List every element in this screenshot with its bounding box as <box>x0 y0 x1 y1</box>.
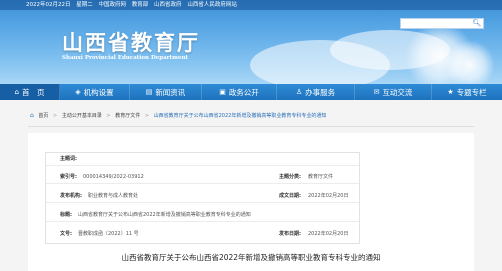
nav-label: 新闻资讯 <box>155 87 186 97</box>
title-label: 标题: <box>60 212 72 218</box>
written-date-value: 2022年02月20日 <box>308 193 349 199</box>
category-value: 教育厅文件 <box>308 174 334 180</box>
index-label: 索引号: <box>60 174 77 180</box>
home-icon: ⌂ <box>14 88 19 96</box>
breadcrumb-separator: > <box>106 113 111 119</box>
service-icon: ♙ <box>295 88 303 96</box>
current-date: 2022年02月22日 <box>26 2 71 8</box>
nav-label: 互动交流 <box>382 87 413 97</box>
dandelion-decoration <box>445 40 495 84</box>
breadcrumb-separator: > <box>144 113 150 119</box>
written-date-label: 成文日期: <box>279 193 301 199</box>
nav-label: 政务公开 <box>228 87 259 97</box>
org-icon: ◈ <box>75 88 81 96</box>
org-value: 职业教育与成人教育处 <box>88 193 139 199</box>
breadcrumb-current[interactable]: 山西省教育厅关于公布山西省2022年新增及撤销高等职业教育专科专业的通知 <box>154 113 327 119</box>
topic-icon: ★ <box>447 88 454 96</box>
breadcrumb: ⌂ 首页 > 主动公开基本目录 > 教育厅文件 > 山西省教育厅关于公布山西省2… <box>30 111 326 121</box>
top-link-moe[interactable]: 教育部 <box>132 2 149 8</box>
breadcrumb-separator: > <box>53 113 58 119</box>
main-nav: ⌂ 首 页 ◈ 机构设置 ▤ 新闻资讯 ▣ 政务公开 ♙ 办事服务 ✉ 互动交流… <box>0 84 502 100</box>
top-link-gov[interactable]: 中国政府网 <box>99 2 127 8</box>
nav-item-service[interactable]: ♙ 办事服务 <box>277 84 355 100</box>
current-weekday: 星期二 <box>76 2 93 8</box>
nav-label: 机构设置 <box>83 87 114 97</box>
title-value: 山西省教育厅关于公布山西省2022年新增及撤销高等职业教育专科专业的通知 <box>78 212 251 218</box>
news-icon: ▤ <box>145 88 153 96</box>
nav-item-public[interactable]: ▣ 政务公开 <box>202 84 277 100</box>
breadcrumb-files[interactable]: 教育厅文件 <box>115 113 140 119</box>
nav-item-interact[interactable]: ✉ 互动交流 <box>355 84 432 100</box>
org-label: 发布机构: <box>60 193 82 199</box>
top-link-province-site[interactable]: 山西省人民政府网站 <box>187 2 237 8</box>
meta-row-org: 发布机构: 职业教育与成人教育处 成文日期: 2022年02月20日 <box>46 190 359 203</box>
category-label: 主题分类: <box>279 174 301 180</box>
chat-icon: ✉ <box>373 88 380 96</box>
publish-date-label: 发布日期: <box>279 231 301 237</box>
document-title: 山西省教育厅关于公布山西省2022年新增及撤销高等职业教育专科专业的通知 <box>121 253 381 262</box>
nav-label: 专题专栏 <box>456 87 487 97</box>
top-link-province[interactable]: 山西省政府 <box>154 2 182 8</box>
search-input[interactable]: 🔍︎ <box>400 18 484 29</box>
home-icon: ⌂ <box>30 112 34 119</box>
meta-row-docnum: 文号: 晋教职成函〔2022〕11 号 发布日期: 2022年02月20日 <box>46 228 359 241</box>
nav-label: 办事服务 <box>305 87 336 97</box>
divider <box>28 126 474 127</box>
doc-number-label: 文号: <box>60 231 72 237</box>
nav-label: 首 页 <box>21 87 45 97</box>
nav-item-topic[interactable]: ★ 专题专栏 <box>432 84 502 100</box>
meta-row-title: 标题: 山西省教育厅关于公布山西省2022年新增及撤销高等职业教育专科专业的通知 <box>46 209 359 222</box>
site-subtitle: Shanxi Provincial Education Department <box>62 55 188 61</box>
document-metadata-table: 主题词: 索引号: 000014349/2022-03912 主题分类: 教育厅… <box>45 152 360 244</box>
nav-item-news[interactable]: ▤ 新闻资讯 <box>130 84 202 100</box>
header-banner: 山西省教育厅 Shanxi Provincial Education Depar… <box>0 0 502 84</box>
doc-icon: ▣ <box>219 88 226 96</box>
top-info-bar: 2022年02月22日 星期二 中国政府网 教育部 山西省政府 山西省人民政府网… <box>0 0 502 10</box>
meta-row-index: 索引号: 000014349/2022-03912 主题分类: 教育厅文件 <box>46 171 359 184</box>
breadcrumb-home[interactable]: 首页 <box>38 113 48 119</box>
publish-date-value: 2022年02月20日 <box>308 231 349 237</box>
breadcrumb-catalog[interactable]: 主动公开基本目录 <box>62 113 102 119</box>
nav-item-home[interactable]: ⌂ 首 页 <box>0 84 60 100</box>
nav-item-org[interactable]: ◈ 机构设置 <box>60 84 130 100</box>
meta-row-keywords: 主题词: <box>46 153 359 166</box>
site-title[interactable]: 山西省教育厅 <box>62 27 200 57</box>
index-value: 000014349/2022-03912 <box>83 174 144 180</box>
doc-number-value: 晋教职成函〔2022〕11 号 <box>78 231 139 237</box>
search-icon[interactable]: 🔍︎ <box>472 19 482 28</box>
keywords-label: 主题词: <box>60 156 77 162</box>
